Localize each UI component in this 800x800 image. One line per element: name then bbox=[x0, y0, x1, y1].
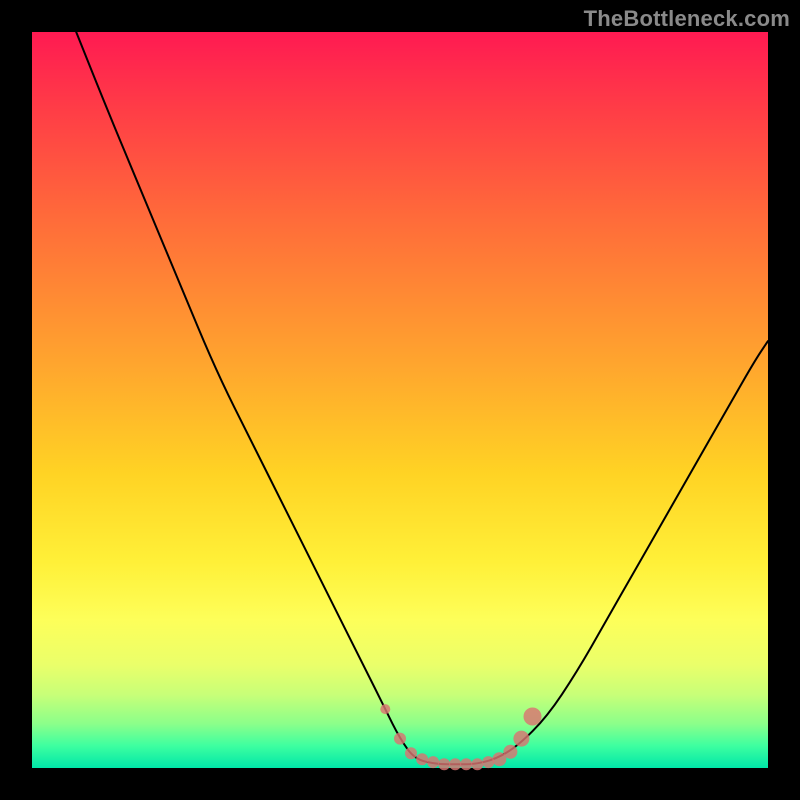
highlight-bead bbox=[524, 708, 542, 726]
highlight-bead bbox=[503, 745, 517, 759]
highlight-bead bbox=[449, 758, 461, 770]
highlight-bead bbox=[482, 756, 494, 768]
highlight-bead bbox=[427, 756, 439, 768]
highlight-bead bbox=[471, 758, 483, 770]
highlight-bead bbox=[460, 758, 472, 770]
chart-frame: TheBottleneck.com bbox=[0, 0, 800, 800]
highlight-bead bbox=[380, 704, 390, 714]
plot-area bbox=[32, 32, 768, 768]
bottleneck-curve bbox=[76, 32, 768, 764]
marker-group bbox=[380, 704, 541, 770]
highlight-bead bbox=[416, 753, 428, 765]
highlight-bead bbox=[405, 747, 417, 759]
highlight-bead bbox=[394, 733, 406, 745]
highlight-bead bbox=[438, 758, 450, 770]
chart-overlay bbox=[32, 32, 768, 768]
watermark-text: TheBottleneck.com bbox=[584, 6, 790, 32]
highlight-bead bbox=[513, 731, 529, 747]
